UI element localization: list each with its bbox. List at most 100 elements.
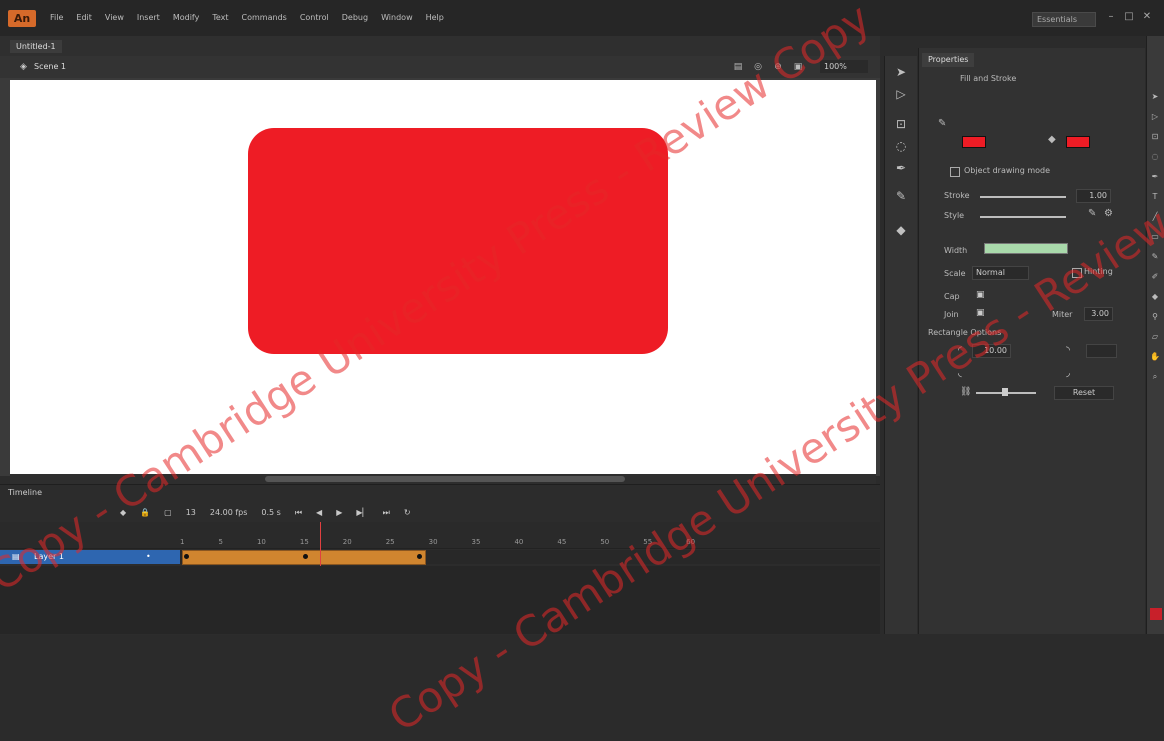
properties-tab[interactable]: Properties [922, 53, 975, 67]
menu-text[interactable]: Text [212, 13, 228, 22]
subselection-icon[interactable]: ▷ [1150, 112, 1160, 122]
stroke-value[interactable]: 1.00 [1076, 189, 1111, 203]
fill-color-chip[interactable] [1150, 608, 1162, 620]
stroke-slider[interactable] [980, 196, 1066, 198]
width-profile[interactable] [984, 243, 1068, 254]
stroke-color-swatch[interactable] [962, 136, 986, 148]
link-icon[interactable]: ⛓ [960, 387, 971, 397]
eraser-icon[interactable]: ▱ [1150, 332, 1160, 342]
frame-ruler[interactable]: 1 5 10 15 20 25 30 35 40 45 50 55 60 [180, 538, 695, 546]
cap-select-icon[interactable]: ▣ [976, 290, 985, 300]
line-icon[interactable]: ╱ [1150, 212, 1160, 222]
edit-symbol-icon[interactable]: ◎ [752, 61, 764, 73]
keyframe[interactable] [184, 554, 189, 559]
free-transform-icon[interactable]: ⊡ [1150, 132, 1160, 142]
next-frame-icon[interactable]: ▶▏ [356, 508, 368, 518]
menu-window[interactable]: Window [381, 13, 413, 22]
zoom-select[interactable]: 100% [820, 60, 868, 73]
corner-icon: ◞ [1066, 368, 1070, 379]
pencil-icon[interactable]: ✎ [1150, 252, 1160, 262]
menu-help[interactable]: Help [426, 13, 444, 22]
prev-frame-icon[interactable]: ◀ [316, 508, 322, 518]
eyedropper-icon[interactable]: ⚲ [1150, 312, 1160, 322]
keyframe[interactable] [417, 554, 422, 559]
outline-icon[interactable]: ▢ [164, 508, 172, 518]
document-tab[interactable]: Untitled-1 [10, 40, 62, 53]
corner-icon: ◜ [958, 345, 962, 356]
corner-radius-value[interactable] [1086, 344, 1117, 358]
workspace-switcher[interactable]: Essentials [1032, 12, 1096, 27]
layer-row[interactable] [0, 550, 180, 564]
time-value: 0.5 s [261, 508, 281, 517]
minimize-button[interactable]: – [1104, 10, 1118, 24]
cap-label: Cap [944, 292, 960, 301]
selection-icon[interactable]: ➤ [1150, 92, 1160, 102]
center-stage-icon[interactable]: ⊕ [772, 61, 784, 73]
keyframe[interactable] [303, 554, 308, 559]
miter-value[interactable]: 3.00 [1084, 307, 1113, 321]
playhead[interactable] [320, 522, 321, 566]
ruler-tick: 15 [299, 538, 309, 546]
join-select-icon[interactable]: ▣ [976, 308, 985, 318]
clip-icon[interactable]: ▣ [792, 61, 804, 73]
selection-icon[interactable]: ➤ [893, 64, 909, 80]
timeline-tab[interactable]: Timeline [8, 488, 42, 497]
play-icon[interactable]: ▶ [336, 508, 342, 518]
add-layer-icon[interactable]: ◆ [120, 508, 126, 518]
brush-icon[interactable]: ✐ [1150, 272, 1160, 282]
style-label: Style [944, 211, 965, 220]
menu-edit[interactable]: Edit [76, 13, 92, 22]
loop-icon[interactable]: ↻ [404, 508, 411, 518]
hand-icon[interactable]: ✋ [1150, 352, 1160, 362]
document-tab-bar [0, 36, 880, 56]
first-frame-icon[interactable]: ⏮ [295, 508, 302, 518]
rounded-rectangle-shape[interactable] [248, 128, 668, 354]
settings-icon[interactable]: ⚙ [1104, 208, 1113, 219]
bucket-icon[interactable]: ◆ [893, 222, 909, 238]
reset-button[interactable]: Reset [1054, 386, 1114, 400]
scrollbar-thumb[interactable] [265, 476, 625, 482]
layer-icon: ▤ [12, 552, 20, 561]
fill-color-swatch[interactable] [1066, 136, 1090, 148]
menu-modify[interactable]: Modify [173, 13, 200, 22]
menu-control[interactable]: Control [300, 13, 329, 22]
layer-name[interactable]: Layer 1 [34, 552, 64, 561]
menu-insert[interactable]: Insert [137, 13, 160, 22]
object-drawing-checkbox[interactable] [950, 167, 960, 177]
menu-commands[interactable]: Commands [242, 13, 287, 22]
pen-icon[interactable]: ✒ [893, 160, 909, 176]
maximize-button[interactable]: □ [1122, 10, 1136, 24]
visibility-icon[interactable]: • [146, 552, 151, 561]
ruler-tick: 50 [600, 538, 610, 546]
last-frame-icon[interactable]: ⏭ [383, 508, 390, 518]
menu-debug[interactable]: Debug [342, 13, 368, 22]
app-logo: An [8, 10, 36, 27]
ruler-tick: 5 [218, 538, 223, 546]
slider-thumb[interactable] [1002, 388, 1008, 396]
lock-icon[interactable]: 🔒 [140, 508, 150, 518]
style-select[interactable] [980, 216, 1066, 218]
close-button[interactable]: ✕ [1140, 10, 1154, 24]
menu-view[interactable]: View [105, 13, 124, 22]
zoom-icon[interactable]: ⌕ [1150, 372, 1160, 382]
hinting-checkbox[interactable] [1072, 268, 1082, 278]
fps-value[interactable]: 24.00 fps [210, 508, 248, 518]
subselection-icon[interactable]: ▷ [893, 86, 909, 102]
corner-icon: ◟ [958, 368, 962, 379]
free-transform-icon[interactable]: ⊡ [893, 116, 909, 132]
bucket-icon[interactable]: ◆ [1150, 292, 1160, 302]
brush-icon[interactable]: ✎ [893, 188, 909, 204]
edit-scene-icon[interactable]: ▤ [732, 61, 744, 73]
menu-file[interactable]: File [50, 13, 63, 22]
corner-radius-value[interactable]: 10.00 [972, 344, 1011, 358]
pen-icon[interactable]: ✒ [1150, 172, 1160, 182]
scale-select[interactable]: Normal [972, 266, 1029, 280]
lasso-icon[interactable]: ◌ [893, 138, 909, 154]
scene-label[interactable]: Scene 1 [34, 62, 66, 71]
pencil-icon[interactable]: ✎ [1088, 208, 1096, 219]
lasso-icon[interactable]: ◌ [1150, 152, 1160, 162]
scale-label: Scale [944, 269, 966, 278]
stroke-pencil-icon: ✎ [938, 118, 947, 129]
rectangle-icon[interactable]: ▭ [1150, 232, 1160, 242]
text-icon[interactable]: T [1150, 192, 1160, 202]
